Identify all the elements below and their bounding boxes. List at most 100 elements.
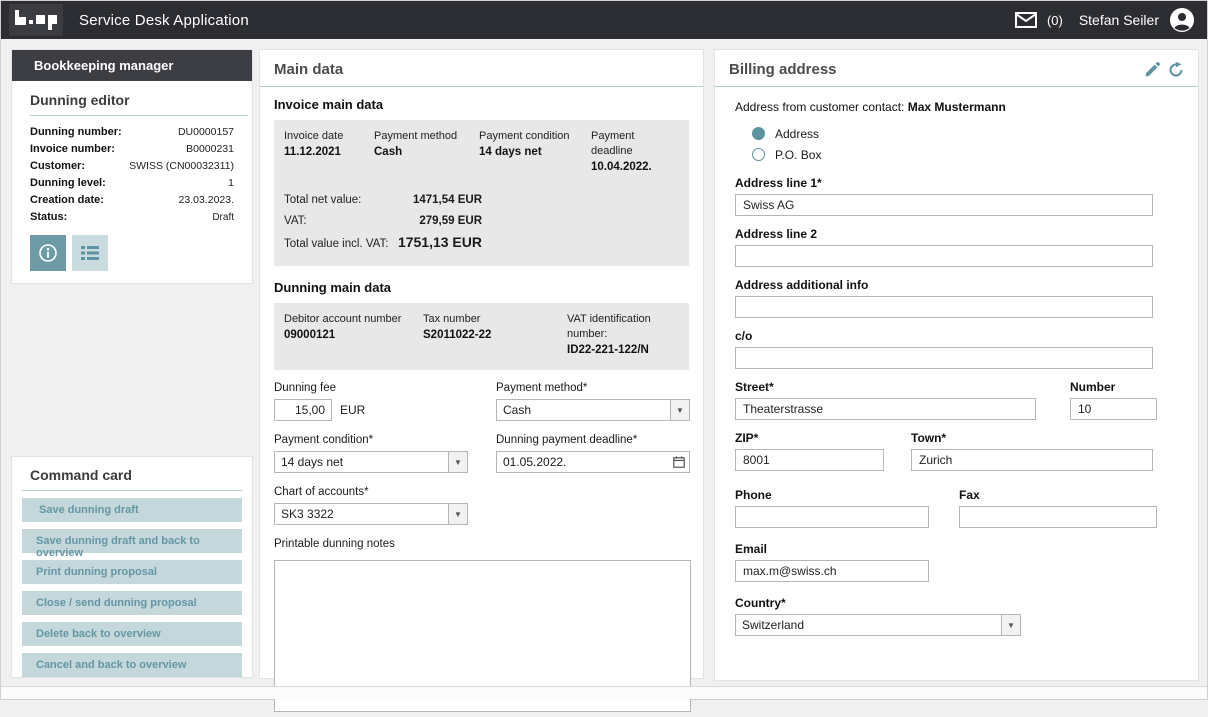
- email-input[interactable]: [735, 560, 929, 582]
- customer-contact-line: Address from customer contact: Max Muste…: [735, 100, 1178, 114]
- radio-selected-icon[interactable]: [752, 127, 765, 140]
- invoice-payment-method: Payment method Cash: [374, 129, 479, 176]
- country-select[interactable]: Switzerland ▼: [735, 614, 1021, 636]
- field-customer: Customer: SWISS (CN00032311): [30, 158, 234, 175]
- calendar-icon[interactable]: [669, 456, 689, 468]
- phone-label: Phone: [735, 488, 929, 502]
- address-type-radio-group: Address P.O. Box: [735, 123, 1178, 165]
- radio-po-box[interactable]: P.O. Box: [735, 144, 1178, 165]
- divider: [260, 86, 703, 87]
- main-data-panel: Main data Invoice main data Invoice date…: [259, 49, 704, 679]
- fax-label: Fax: [959, 488, 1157, 502]
- refresh-icon[interactable]: [1168, 62, 1184, 78]
- total-net-value: Total net value: 1471,54 EUR: [284, 190, 679, 211]
- main-data-title: Main data: [274, 61, 689, 78]
- save-dunning-draft-button[interactable]: Save dunning draft: [22, 498, 242, 522]
- payment-condition-select[interactable]: 14 days net ▼: [274, 451, 468, 473]
- payment-condition-label: Payment condition*: [274, 434, 496, 446]
- customer-contact-name: Max Mustermann: [908, 100, 1006, 114]
- dunning-fee-currency: EUR: [340, 403, 365, 417]
- info-icon: [38, 243, 58, 263]
- app-title: Service Desk Application: [79, 12, 249, 29]
- save-draft-back-overview-button[interactable]: Save dunning draft and back to overview: [22, 529, 242, 553]
- chevron-down-icon[interactable]: ▼: [448, 504, 467, 524]
- address-additional-info-label: Address additional info: [735, 278, 1178, 292]
- dunning-editor-fields: Dunning number: DU0000157 Invoice number…: [30, 124, 234, 226]
- total-incl-vat: Total value incl. VAT: 1751,13 EUR: [284, 232, 679, 255]
- phone-group: Phone: [735, 477, 929, 528]
- address-line-2-label: Address line 2: [735, 227, 1178, 241]
- fax-input[interactable]: [959, 506, 1157, 528]
- invoice-date: Invoice date 11.12.2021: [284, 129, 374, 176]
- payment-method-select[interactable]: Cash ▼: [496, 399, 690, 421]
- zip-label: ZIP*: [735, 431, 884, 445]
- chevron-down-icon[interactable]: ▼: [448, 452, 467, 472]
- total-vat: VAT: 279,59 EUR: [284, 211, 679, 232]
- street-input[interactable]: [735, 398, 1036, 420]
- email-label: Email: [735, 542, 1178, 556]
- command-card: Command card Save dunning draft Save dun…: [11, 456, 253, 678]
- invoice-info-box: Invoice date 11.12.2021 Payment method C…: [274, 120, 689, 266]
- chart-of-accounts-select[interactable]: SK3 3322 ▼: [274, 503, 468, 525]
- dunning-editor-title: Dunning editor: [30, 81, 248, 116]
- address-line-1-input[interactable]: [735, 194, 1153, 216]
- dunning-fee-input[interactable]: [274, 399, 332, 421]
- app-frame: Service Desk Application (0) Stefan Seil…: [0, 0, 1208, 700]
- cancel-back-overview-button[interactable]: Cancel and back to overview: [22, 653, 242, 677]
- chevron-down-icon[interactable]: ▼: [1001, 615, 1020, 635]
- address-line-2-input[interactable]: [735, 245, 1153, 267]
- dunning-deadline-group: Dunning payment deadline* 01.05.2022.: [496, 434, 690, 473]
- zip-input[interactable]: [735, 449, 884, 471]
- top-bar: Service Desk Application (0) Stefan Seil…: [1, 1, 1207, 39]
- dunning-deadline-input[interactable]: 01.05.2022.: [496, 451, 690, 473]
- billing-address-title: Billing address: [729, 61, 837, 78]
- town-input[interactable]: [911, 449, 1153, 471]
- dunning-fee-label: Dunning fee: [274, 382, 496, 394]
- field-invoice-number: Invoice number: B0000231: [30, 141, 234, 158]
- command-card-title: Command card: [22, 457, 242, 491]
- user-avatar-icon[interactable]: [1169, 7, 1195, 33]
- dunning-info-box: Debitor account number 09000121 Tax numb…: [274, 303, 689, 370]
- number-input[interactable]: [1070, 398, 1157, 420]
- printable-notes-label: Printable dunning notes: [274, 538, 689, 550]
- vat-identification-number: VAT identification number: ID22-221-122/…: [567, 312, 679, 359]
- chevron-down-icon[interactable]: ▼: [670, 400, 689, 420]
- field-dunning-number: Dunning number: DU0000157: [30, 124, 234, 141]
- co-label: c/o: [735, 329, 1178, 343]
- logo-icon: [13, 8, 59, 32]
- number-label: Number: [1070, 380, 1157, 394]
- chart-of-accounts-group: Chart of accounts* SK3 3322 ▼: [274, 486, 496, 525]
- info-button[interactable]: [30, 235, 66, 271]
- divider: [715, 86, 1198, 87]
- street-label: Street*: [735, 380, 1036, 394]
- close-send-dunning-proposal-button[interactable]: Close / send dunning proposal: [22, 591, 242, 615]
- payment-method-label: Payment method*: [496, 382, 690, 394]
- town-label: Town*: [911, 431, 1153, 445]
- list-button[interactable]: [72, 235, 108, 271]
- radio-address[interactable]: Address: [735, 123, 1178, 144]
- content-area: Bookkeeping manager Dunning editor Dunni…: [1, 39, 1208, 688]
- address-line-1-label: Address line 1*: [735, 176, 1178, 190]
- street-group: Street*: [735, 369, 1036, 420]
- dunning-fee-group: Dunning fee EUR: [274, 382, 496, 421]
- town-group: Town*: [911, 420, 1153, 471]
- payment-condition-group: Payment condition* 14 days net ▼: [274, 434, 496, 473]
- dunning-main-data-heading: Dunning main data: [274, 280, 689, 295]
- co-input[interactable]: [735, 347, 1153, 369]
- mail-icon[interactable]: [1015, 12, 1037, 28]
- phone-input[interactable]: [735, 506, 929, 528]
- field-status: Status: Draft: [30, 209, 234, 226]
- list-icon: [81, 245, 99, 261]
- edit-pencil-icon[interactable]: [1144, 62, 1160, 78]
- delete-back-overview-button[interactable]: Delete back to overview: [22, 622, 242, 646]
- radio-unselected-icon[interactable]: [752, 148, 765, 161]
- user-name: Stefan Seiler: [1079, 12, 1159, 28]
- invoice-main-data-heading: Invoice main data: [274, 97, 689, 112]
- address-additional-info-input[interactable]: [735, 296, 1153, 318]
- app-logo: [9, 4, 63, 36]
- field-creation-date: Creation date: 23.03.2023.: [30, 192, 234, 209]
- print-dunning-proposal-button[interactable]: Print dunning proposal: [22, 560, 242, 584]
- dunning-deadline-label: Dunning payment deadline*: [496, 434, 690, 446]
- invoice-payment-deadline: Payment deadline 10.04.2022.: [591, 129, 679, 176]
- field-dunning-level: Dunning level: 1: [30, 175, 234, 192]
